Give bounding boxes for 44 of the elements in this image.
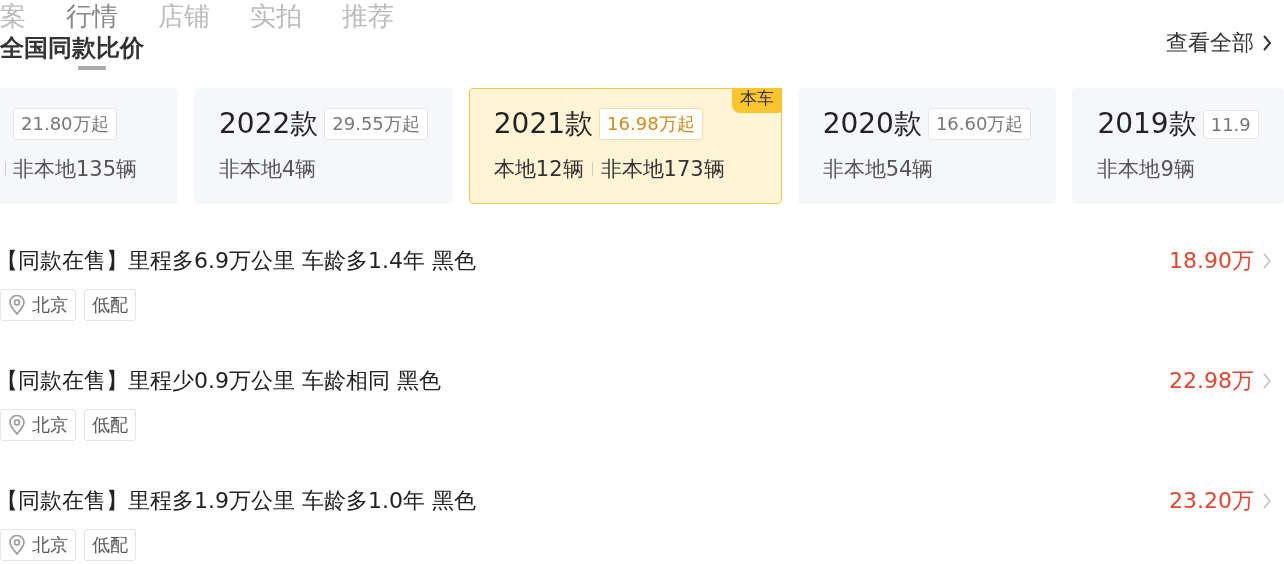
- chevron-right-icon: [1262, 252, 1272, 270]
- chevron-right-icon: [1262, 34, 1272, 52]
- model-year-card[interactable]: 21.80万起 非本地135辆: [0, 88, 178, 204]
- listing-price[interactable]: 23.20万: [1169, 486, 1272, 516]
- price-tag: 21.80万起: [13, 108, 117, 140]
- listing-title[interactable]: 【同款在售】里程多6.9万公里 车龄多1.4年 黑色: [0, 245, 476, 277]
- location-tag: 北京: [0, 529, 76, 561]
- trim-tag: 低配: [84, 289, 136, 321]
- price-tag: 11.9: [1202, 109, 1259, 139]
- model-year-card[interactable]: 2020款 16.60万起 非本地54辆: [797, 88, 1057, 204]
- nonlocal-count: 非本地9辆: [1097, 156, 1195, 183]
- location-tag: 北京: [0, 289, 76, 321]
- tab-indicator: [78, 66, 106, 70]
- location-pin-icon: [8, 295, 26, 315]
- current-car-badge: 本车: [731, 88, 782, 113]
- model-year: 2020款: [822, 106, 922, 142]
- view-all-link[interactable]: 查看全部: [1166, 28, 1272, 58]
- nonlocal-count: 非本地173辆: [600, 156, 725, 183]
- model-year-card[interactable]: 2019款 11.9 非本地9辆: [1072, 88, 1284, 204]
- tab[interactable]: 行情: [66, 0, 118, 32]
- model-year-card[interactable]: 2022款 29.55万起 非本地4辆: [194, 88, 453, 204]
- price-tag: 29.55万起: [324, 108, 428, 140]
- location-pin-icon: [8, 415, 26, 435]
- nonlocal-count: 非本地135辆: [13, 156, 138, 183]
- price-tag: 16.98万起: [599, 108, 703, 140]
- model-year: 2022款: [219, 106, 319, 142]
- model-year: 2019款: [1097, 106, 1197, 142]
- listing-price[interactable]: 18.90万: [1169, 246, 1272, 276]
- location-tag: 北京: [0, 409, 76, 441]
- chevron-right-icon: [1262, 372, 1272, 390]
- model-year: 2021款: [493, 106, 594, 142]
- listing-title[interactable]: 【同款在售】里程多1.9万公里 车龄多1.0年 黑色: [0, 485, 476, 517]
- nonlocal-count: 非本地54辆: [822, 156, 934, 183]
- trim-tag: 低配: [84, 409, 136, 441]
- nonlocal-count: 非本地4辆: [219, 156, 317, 183]
- listing-title[interactable]: 【同款在售】里程少0.9万公里 车龄相同 黑色: [0, 365, 441, 397]
- model-year-card[interactable]: 2021款 16.98万起 本地12辆 非本地173辆 本车: [468, 88, 782, 204]
- section-title: 全国同款比价: [0, 33, 144, 63]
- local-count: 本地12辆: [493, 156, 584, 183]
- location-pin-icon: [8, 535, 26, 555]
- listing-price[interactable]: 22.98万: [1169, 366, 1272, 396]
- price-tag: 16.60万起: [927, 108, 1032, 140]
- chevron-right-icon: [1262, 492, 1272, 510]
- trim-tag: 低配: [84, 529, 136, 561]
